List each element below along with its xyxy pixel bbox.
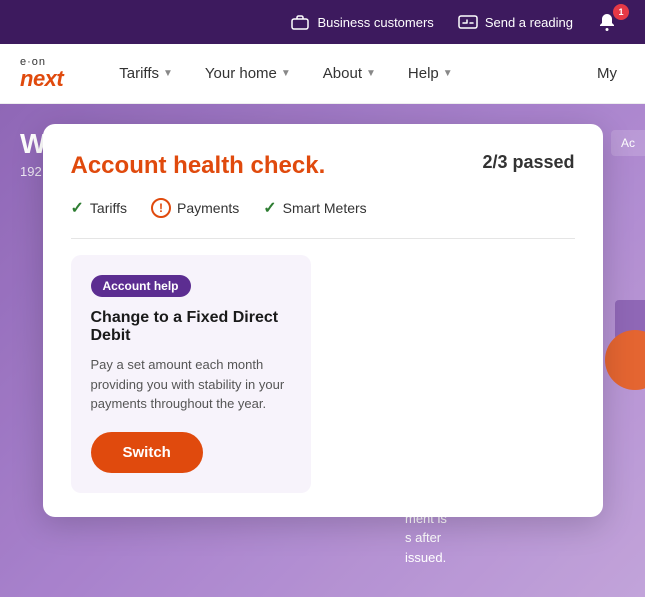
modal-score: 2/3 passed (482, 152, 574, 173)
send-reading-label: Send a reading (485, 15, 573, 30)
modal-header: Account health check. 2/3 passed (71, 152, 575, 180)
chevron-down-icon: ▼ (366, 68, 376, 79)
check-payments: ! Payments (151, 198, 239, 218)
nav-tariffs-label: Tariffs (119, 65, 159, 82)
logo[interactable]: e·on next (20, 57, 63, 90)
nav-my-label: My (597, 65, 617, 82)
nav-bar: e·on next Tariffs ▼ Your home ▼ About ▼ … (0, 44, 645, 104)
top-bar: Business customers Send a reading 1 (0, 0, 645, 44)
check-pass-icon-2: ✓ (263, 198, 276, 218)
business-customers-label: Business customers (317, 15, 433, 30)
check-smart-meters-label: Smart Meters (283, 200, 367, 216)
card-description: Pay a set amount each month providing yo… (91, 355, 291, 414)
check-tariffs-label: Tariffs (90, 200, 127, 216)
notification-badge: 1 (613, 4, 629, 20)
nav-my[interactable]: My (589, 65, 625, 82)
check-warn-icon: ! (151, 198, 171, 218)
account-health-modal: Account health check. 2/3 passed ✓ Tarif… (43, 124, 603, 517)
notifications-bell[interactable]: 1 (597, 8, 625, 36)
card-title: Change to a Fixed Direct Debit (91, 309, 291, 345)
nav-items: Tariffs ▼ Your home ▼ About ▼ Help ▼ My (103, 44, 625, 104)
meter-icon (458, 12, 478, 32)
nav-your-home[interactable]: Your home ▼ (189, 44, 307, 104)
send-reading-link[interactable]: Send a reading (458, 12, 573, 32)
check-tariffs: ✓ Tariffs (71, 198, 128, 218)
briefcase-icon (290, 12, 310, 32)
card-tag: Account help (91, 275, 191, 297)
business-customers-link[interactable]: Business customers (290, 12, 433, 32)
chevron-down-icon: ▼ (443, 68, 453, 79)
nav-your-home-label: Your home (205, 65, 277, 82)
check-pass-icon: ✓ (71, 198, 84, 218)
nav-help-label: Help (408, 65, 439, 82)
chevron-down-icon: ▼ (281, 68, 291, 79)
nav-about[interactable]: About ▼ (307, 44, 392, 104)
check-smart-meters: ✓ Smart Meters (263, 198, 366, 218)
nav-help[interactable]: Help ▼ (392, 44, 469, 104)
chevron-down-icon: ▼ (163, 68, 173, 79)
modal-divider (71, 238, 575, 239)
modal-overlay: Account health check. 2/3 passed ✓ Tarif… (0, 104, 645, 597)
nav-tariffs[interactable]: Tariffs ▼ (103, 44, 189, 104)
nav-about-label: About (323, 65, 362, 82)
recommendation-card: Account help Change to a Fixed Direct De… (71, 255, 311, 493)
logo-next: next (20, 68, 63, 90)
check-payments-label: Payments (177, 200, 239, 216)
switch-button[interactable]: Switch (91, 432, 203, 473)
modal-title: Account health check. (71, 152, 326, 180)
check-items: ✓ Tariffs ! Payments ✓ Smart Meters (71, 198, 575, 218)
